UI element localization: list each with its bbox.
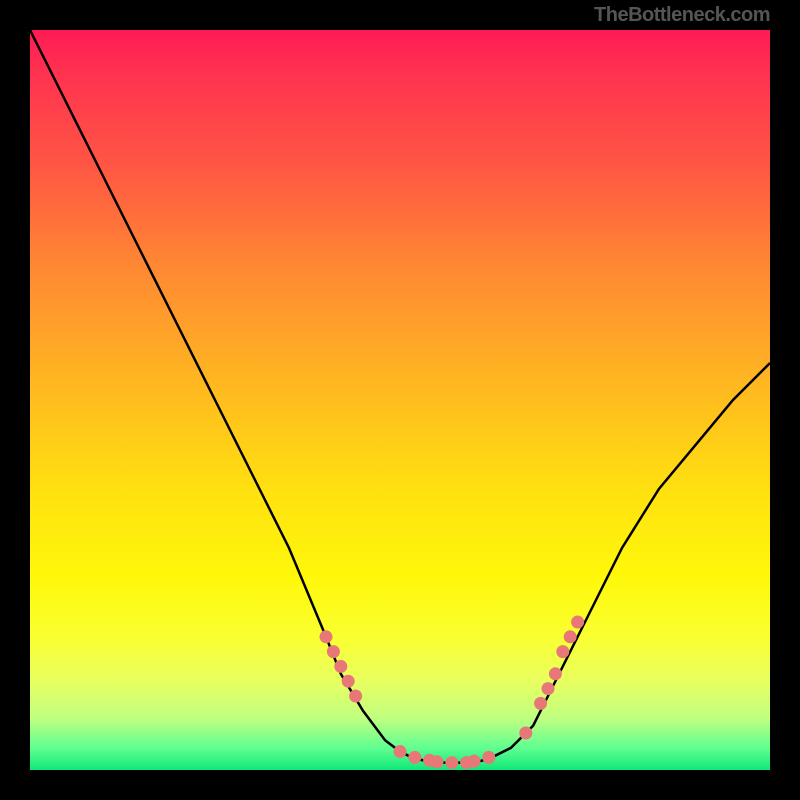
curve-marker <box>482 751 495 764</box>
plot-area <box>30 30 770 770</box>
curve-marker <box>542 682 555 695</box>
curve-marker <box>408 751 421 764</box>
curve-marker <box>534 697 547 710</box>
bottleneck-curve <box>30 30 770 763</box>
attribution-text: TheBottleneck.com <box>594 4 770 27</box>
curve-marker <box>320 630 333 643</box>
curve-marker <box>571 616 584 629</box>
curve-marker <box>334 660 347 673</box>
curve-marker <box>556 645 569 658</box>
curve-marker <box>445 756 458 769</box>
chart-frame: TheBottleneck.com <box>0 0 800 800</box>
curve-marker <box>431 755 444 768</box>
curve-marker <box>468 755 481 768</box>
curve-marker <box>394 745 407 758</box>
curve-marker <box>519 727 532 740</box>
curve-svg <box>30 30 770 770</box>
curve-marker <box>349 690 362 703</box>
curve-marker <box>564 630 577 643</box>
curve-marker <box>342 675 355 688</box>
curve-marker <box>327 645 340 658</box>
curve-marker <box>549 667 562 680</box>
